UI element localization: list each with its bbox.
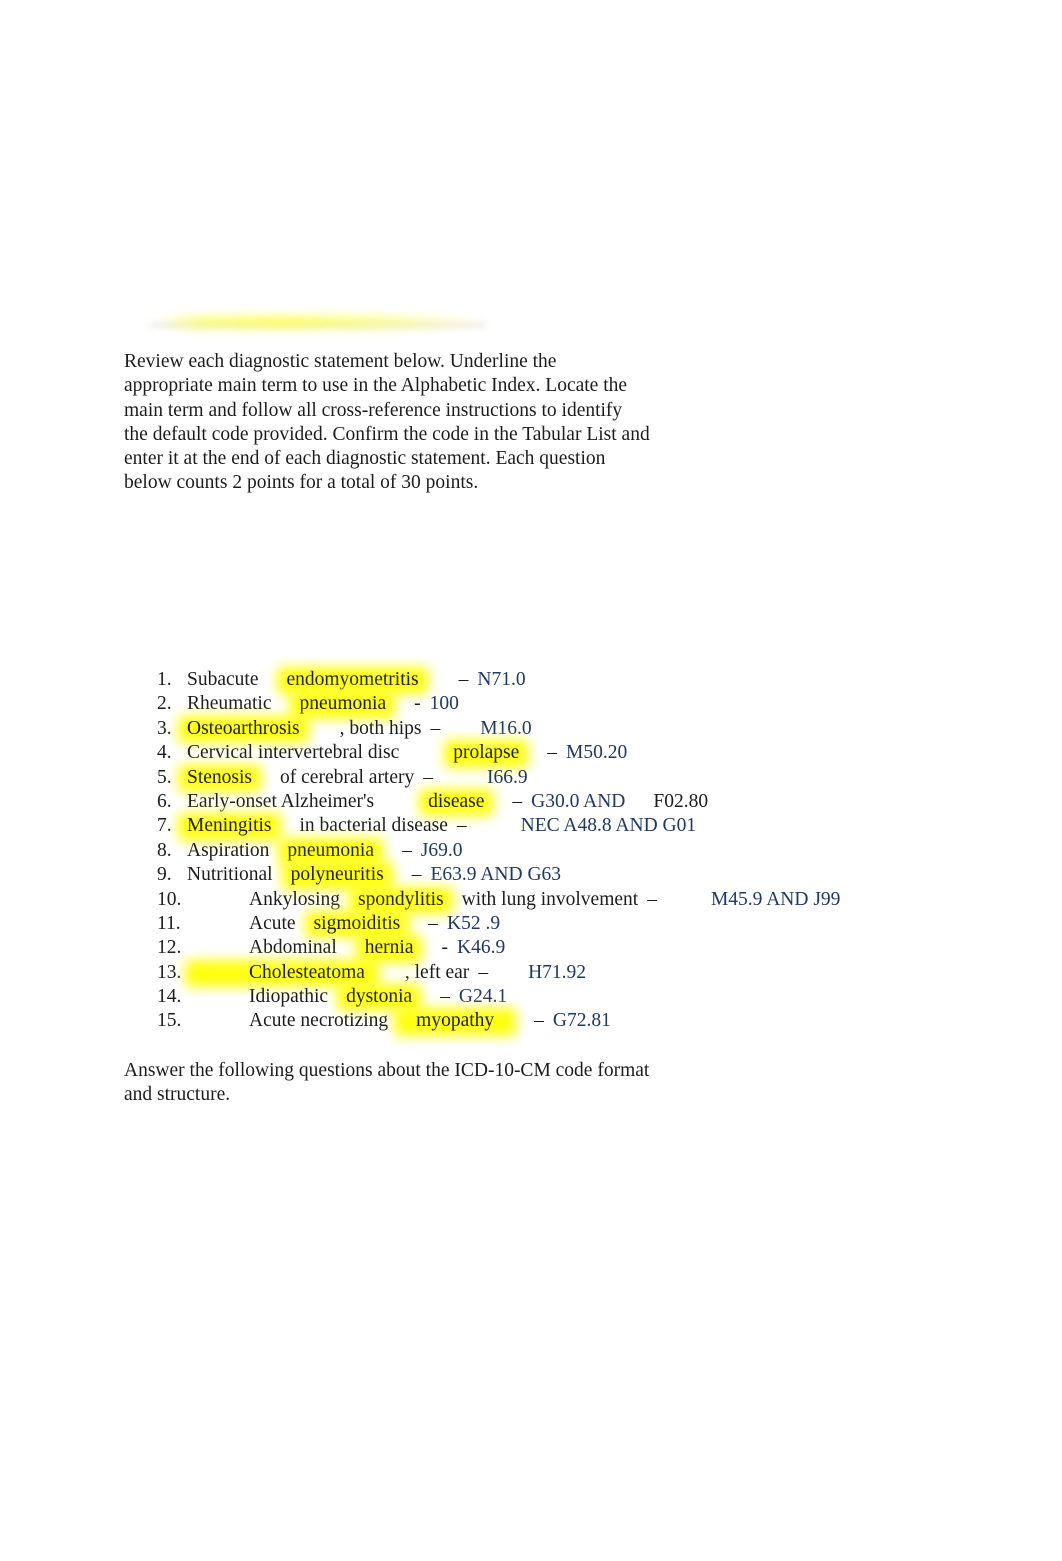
item-dash: – [401,839,412,861]
item-pre-text: Aspiration [187,839,270,861]
icd-code: 100 [429,693,459,715]
item-post-text: , both hips [339,717,422,739]
item-number: 15. [157,1010,182,1032]
list-item: 2. Rheumatic pneumonia -100 [157,692,1037,716]
main-term-highlight: dystonia [346,985,412,1009]
item-dash: – [456,815,467,837]
item-number: 14. [157,986,182,1008]
item-number: 2. [157,693,172,715]
main-term-highlight: pneumonia [299,692,386,716]
item-dash: - [441,937,448,959]
list-item: 10. Ankylosing spondylitis with lung involv… [157,888,1037,912]
item-number: 8. [157,839,172,861]
icd-code: M50.20 [566,742,628,764]
icd-code: M45.9 AND J99 [710,888,841,910]
item-number: 12. [157,937,182,959]
main-term-highlight: Stenosis [187,766,252,790]
document-page: Review each diagnostic statement below. … [0,0,1062,1561]
cut-off-highlight-smudge [158,316,483,328]
item-post-text: of cerebral artery [280,766,415,788]
item-dash: – [411,864,422,886]
main-term-highlight: myopathy [416,1009,494,1033]
item-post-text: with lung involvement [461,888,639,910]
list-item: 7. Meningitis in bacterial disease – NEC A48… [157,814,1037,838]
main-term-highlight: polyneuritis [291,863,384,887]
item-dash: – [428,912,438,934]
main-term-highlight: sigmoiditis [314,912,401,936]
icd-code: G72.81 [552,1010,611,1032]
list-item: 4. Cervical intervertebral disc prolapse – M… [157,741,1037,765]
icd-code: N71.0 [477,669,526,690]
list-item: 9. Nutritional polyneuritis – E63.9 AND G63 [157,863,1037,887]
list-item: 8. Aspiration pneumonia – J69.0 [157,839,1037,863]
list-item: 6. Early-onset Alzheimer's disease – G30.0 A… [157,790,1037,814]
item-number: 6. [157,790,172,812]
item-pre-text: Rheumatic [187,693,272,715]
item-pre-text: Nutritional [187,864,273,886]
item-dash: – [440,986,450,1008]
item-pre-text: Idiopathic [249,986,329,1008]
main-term-highlight: hernia [365,936,414,960]
main-term-highlight: pneumonia [287,839,374,863]
icd-code: G24.1 [458,986,508,1008]
item-number: 11. [157,912,181,934]
item-dash: – [534,1010,544,1032]
list-item: 13. Cholesteatoma, left ear – H71.92 [157,961,1037,985]
item-dash: – [547,742,558,764]
item-pre-text: Subacute [187,669,259,690]
diagnostic-statement-list: 1. Subacute endomyometritis – N71.0 2. Rheuma… [157,668,1037,1034]
item-number: 9. [157,864,172,886]
item-number: 1. [157,669,172,690]
main-term-highlight: Osteoarthrosis [187,717,300,741]
list-item: 15. Acute necrotizing myopathy – G72.81 [157,1009,1037,1033]
main-term-highlight: prolapse [453,741,519,765]
item-pre-text: Acute [249,912,296,934]
icd-code: J69.0 [420,839,463,861]
list-item: 1. Subacute endomyometritis – N71.0 [157,668,1037,692]
icd-code: NEC A48.8 AND G01 [520,815,697,837]
list-item: 12. Abdominal hernia - K46.9 [157,936,1037,960]
icd-code: K46.9 [456,937,506,959]
icd-code: K52 .9 [447,912,501,934]
item-dash: – [458,669,469,690]
icd-code-secondary: F02.80 [653,790,709,812]
list-item: 3. Osteoarthrosis, both hips – M16.0 [157,717,1037,741]
icd-code: G30.0 AND [531,790,626,812]
item-pre-text: Abdominal [249,937,337,959]
closing-paragraph: Answer the following questions about the… [124,1060,650,1106]
item-dash: – [423,766,433,788]
icd-code: M16.0 [480,717,532,739]
main-term-highlight: Meningitis [187,814,272,838]
list-item: 14. Idiopathic dystonia – G24.1 [157,985,1037,1009]
item-dash: – [430,717,441,739]
main-term-highlight: Cholesteatoma [249,961,365,985]
main-term-highlight: spondylitis [358,888,444,912]
item-post-text: in bacterial disease [299,815,448,837]
icd-code: H71.92 [528,961,587,983]
list-item: 11. Acute sigmoiditis – K52 .9 [157,912,1037,936]
item-pre-text: Ankylosing [249,888,341,910]
item-dash: - [414,693,421,715]
item-dash: – [512,790,523,812]
item-number: 4. [157,742,172,764]
item-dash: – [647,888,657,910]
list-item: 5. Stenosis of cerebral artery – I66.9 [157,766,1037,790]
item-post-text: , left ear [404,961,470,983]
item-dash: – [478,961,489,983]
item-pre-text: Early-onset Alzheimer's [187,790,375,812]
icd-code: I66.9 [487,766,528,788]
item-number: 10. [157,888,182,910]
item-pre-text: Cervical intervertebral disc [187,742,400,764]
main-term-highlight: disease [428,790,484,814]
icd-code: E63.9 AND G63 [430,864,562,886]
item-pre-text: Acute necrotizing [249,1010,389,1032]
main-term-highlight: endomyometritis [286,668,418,692]
intro-paragraph: Review each diagnostic statement below. … [124,351,650,494]
